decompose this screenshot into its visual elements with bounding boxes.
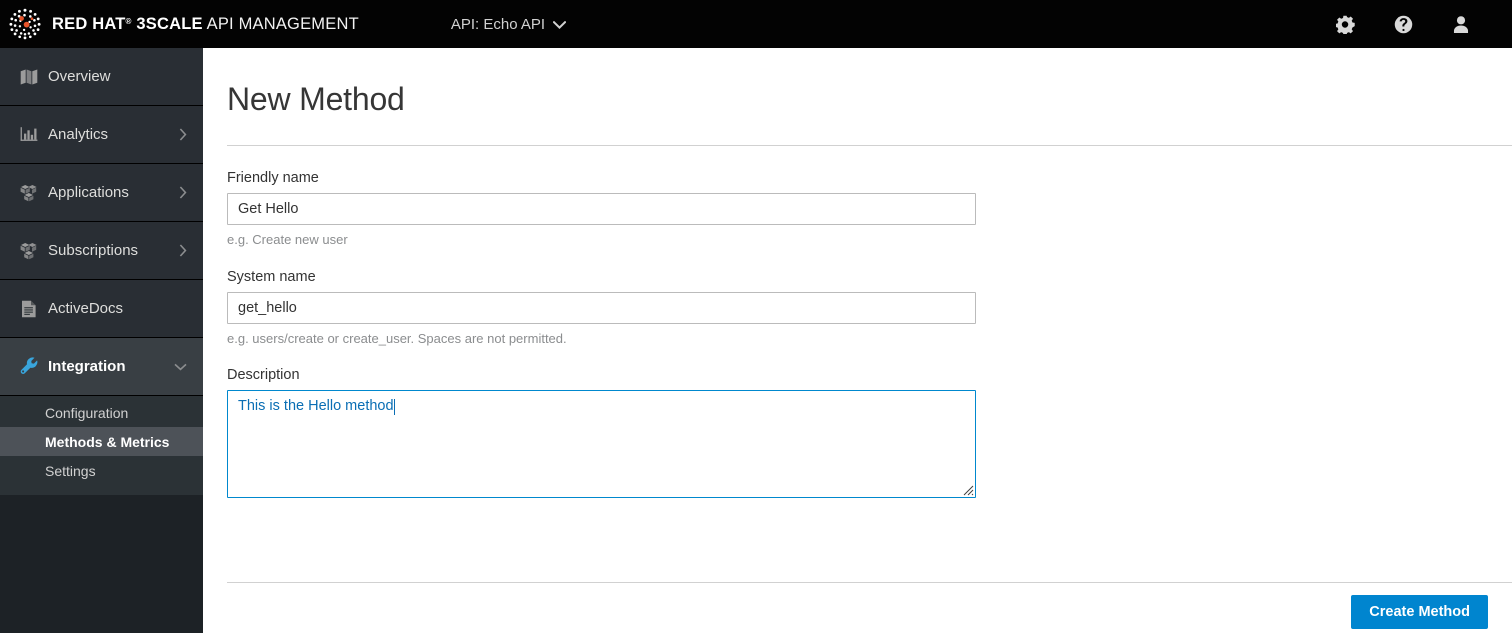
user-account-icon[interactable] <box>1432 0 1490 48</box>
chevron-down-icon <box>174 363 187 371</box>
chevron-right-icon <box>179 186 187 199</box>
chevron-down-icon <box>552 16 567 33</box>
sidebar-subitem-configuration[interactable]: Configuration <box>0 398 203 427</box>
map-icon <box>12 68 46 86</box>
chevron-right-icon <box>179 128 187 141</box>
brand-block[interactable]: RED HAT® 3SCALE API MANAGEMENT <box>0 0 359 48</box>
settings-icon[interactable] <box>1316 0 1374 48</box>
cubes-icon <box>12 242 46 260</box>
sidebar-item-analytics[interactable]: Analytics <box>0 106 203 164</box>
friendly-name-label: Friendly name <box>227 170 319 186</box>
redhat-logo-icon <box>9 8 41 40</box>
brand-registered-mark: ® <box>125 16 132 26</box>
api-switcher[interactable]: API: Echo API <box>450 0 567 48</box>
subnav-label: Configuration <box>45 404 129 421</box>
page-title: New Method <box>227 81 405 117</box>
sidebar-item-integration[interactable]: Integration <box>0 338 203 396</box>
masthead: RED HAT® 3SCALE API MANAGEMENT API: Echo… <box>0 0 1512 48</box>
subnav-label: Settings <box>45 462 96 479</box>
system-name-label: System name <box>227 269 316 285</box>
text-cursor <box>394 399 395 415</box>
friendly-name-help: e.g. Create new user <box>227 232 348 247</box>
sidebar-subitem-settings[interactable]: Settings <box>0 456 203 485</box>
chevron-right-icon <box>179 244 187 257</box>
integration-submenu: Configuration Methods & Metrics Settings <box>0 396 203 495</box>
sidebar-label: Analytics <box>48 126 109 143</box>
sidebar-subitem-methods-and-metrics[interactable]: Methods & Metrics <box>0 427 203 456</box>
brand-3scale: 3SCALE <box>136 14 203 33</box>
system-name-group: System name e.g. users/create or create_… <box>227 269 976 346</box>
bar-chart-icon <box>12 126 46 144</box>
description-textarea[interactable] <box>227 390 976 498</box>
api-switcher-label: API: Echo API <box>450 15 546 33</box>
sidebar-label: Overview <box>48 68 111 85</box>
cubes-icon <box>12 184 46 202</box>
sidebar-label: ActiveDocs <box>48 300 124 317</box>
system-name-help: e.g. users/create or create_user. Spaces… <box>227 331 567 346</box>
friendly-name-group: Friendly name e.g. Create new user <box>227 170 976 247</box>
wrench-icon <box>12 357 46 376</box>
sidebar-item-applications[interactable]: Applications <box>0 164 203 222</box>
sidebar-item-subscriptions[interactable]: Subscriptions <box>0 222 203 280</box>
description-group: Description <box>227 367 976 498</box>
primary-sidebar: Overview Analytics Applications Subscrip… <box>0 48 203 633</box>
system-name-input[interactable] <box>227 292 976 324</box>
main-content: New Method Friendly name e.g. Create new… <box>203 48 1512 633</box>
brand-redhat: RED HAT <box>52 14 126 33</box>
brand-api-management: API MANAGEMENT <box>206 14 359 33</box>
help-icon[interactable] <box>1374 0 1432 48</box>
brand-title: RED HAT® 3SCALE API MANAGEMENT <box>52 16 359 33</box>
create-method-button[interactable]: Create Method <box>1351 595 1488 629</box>
sidebar-label: Applications <box>48 184 129 201</box>
description-label: Description <box>227 367 300 383</box>
document-icon <box>12 300 46 318</box>
footer-divider <box>227 582 1512 583</box>
title-divider <box>227 145 1512 146</box>
new-method-form: Friendly name e.g. Create new user Syste… <box>227 170 976 498</box>
sidebar-label: Subscriptions <box>48 242 139 259</box>
masthead-tools <box>1316 0 1512 48</box>
friendly-name-input[interactable] <box>227 193 976 225</box>
sidebar-label: Integration <box>48 358 126 375</box>
sidebar-item-activedocs[interactable]: ActiveDocs <box>0 280 203 338</box>
sidebar-item-overview[interactable]: Overview <box>0 48 203 106</box>
description-wrapper <box>227 390 976 498</box>
subnav-label: Methods & Metrics <box>45 433 170 450</box>
